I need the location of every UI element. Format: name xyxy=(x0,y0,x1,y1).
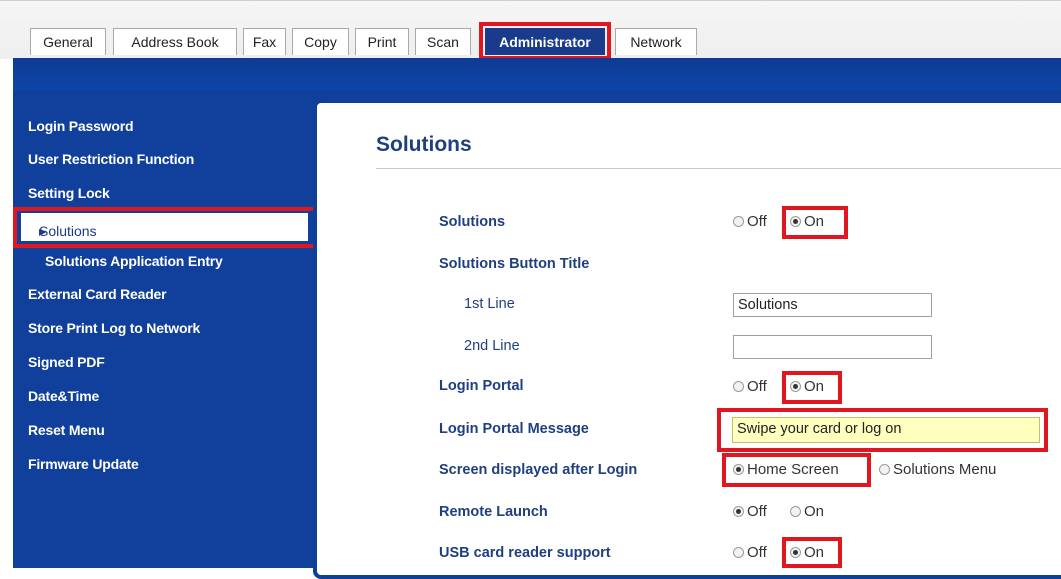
radio-usb-off[interactable]: Off xyxy=(733,544,767,561)
label-button-title: Solutions Button Title xyxy=(439,256,590,272)
sidebar-item-signed-pdf[interactable]: Signed PDF xyxy=(28,354,105,370)
radio-unchecked-icon xyxy=(733,216,744,227)
sidebar-item-firmware-update[interactable]: Firmware Update xyxy=(28,456,139,472)
radio-unchecked-icon xyxy=(733,381,744,392)
highlight-usb-on xyxy=(782,537,842,568)
tab-fax[interactable]: Fax xyxy=(243,28,286,55)
tab-copy[interactable]: Copy xyxy=(292,28,349,55)
label-login-portal: Login Portal xyxy=(439,378,524,394)
header-band xyxy=(13,58,1061,90)
highlight-administrator-tab xyxy=(479,22,611,60)
label-solutions: Solutions xyxy=(439,214,506,230)
sidebar-item-setting-lock[interactable]: Setting Lock xyxy=(28,185,110,201)
label-usb-card-reader: USB card reader support xyxy=(439,545,611,561)
label-portal-message: Login Portal Message xyxy=(439,421,589,437)
label-1st-line: 1st Line xyxy=(464,296,515,312)
sidebar-item-date-time[interactable]: Date&Time xyxy=(28,388,99,404)
highlight-solutions-on xyxy=(782,206,848,239)
sidebar-item-external-card-reader[interactable]: External Card Reader xyxy=(28,286,167,302)
title-divider xyxy=(376,168,1061,169)
radio-remote-launch-off[interactable]: Off xyxy=(733,503,767,520)
content-panel xyxy=(313,99,1061,579)
input-1st-line[interactable]: Solutions xyxy=(733,293,932,317)
tab-address-book[interactable]: Address Book xyxy=(113,28,237,55)
sidebar-item-user-restriction[interactable]: User Restriction Function xyxy=(28,151,194,167)
highlight-home-screen xyxy=(722,453,871,487)
radio-unchecked-icon xyxy=(879,464,890,475)
tab-print[interactable]: Print xyxy=(355,28,409,55)
radio-unchecked-icon xyxy=(733,547,744,558)
tab-general[interactable]: General xyxy=(30,28,106,55)
radio-remote-launch-on[interactable]: On xyxy=(790,503,824,520)
radio-solutions-off[interactable]: Off xyxy=(733,213,767,230)
radio-checked-icon xyxy=(733,506,744,517)
sidebar-item-login-password[interactable]: Login Password xyxy=(28,118,134,134)
highlight-portal-message xyxy=(717,408,1048,452)
tab-network[interactable]: Network xyxy=(615,28,697,55)
highlight-login-portal-on xyxy=(782,371,842,404)
tab-scan[interactable]: Scan xyxy=(415,28,471,55)
highlight-sidebar-solutions xyxy=(13,207,317,248)
radio-solutions-menu[interactable]: Solutions Menu xyxy=(879,461,996,478)
label-screen-after-login: Screen displayed after Login xyxy=(439,462,638,478)
label-2nd-line: 2nd Line xyxy=(464,338,520,354)
sidebar-item-reset-menu[interactable]: Reset Menu xyxy=(28,422,105,438)
radio-unchecked-icon xyxy=(790,506,801,517)
label-remote-launch: Remote Launch xyxy=(439,504,548,520)
radio-login-portal-off[interactable]: Off xyxy=(733,378,767,395)
sidebar-item-solutions-app-entry[interactable]: Solutions Application Entry xyxy=(45,253,223,269)
input-2nd-line[interactable] xyxy=(733,335,932,359)
sidebar-item-store-print-log[interactable]: Store Print Log to Network xyxy=(28,320,200,336)
page-title: Solutions xyxy=(376,133,472,156)
